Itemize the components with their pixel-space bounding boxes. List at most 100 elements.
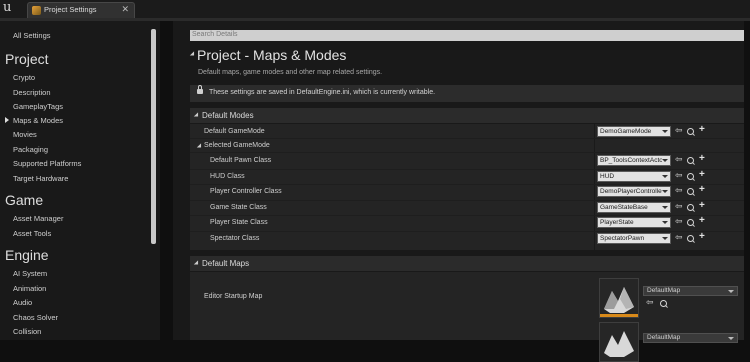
search-input[interactable]: Search Details [190, 30, 750, 41]
sidebar-item-gameplaytags[interactable]: GameplayTags [13, 102, 63, 111]
config-notice-text: These settings are saved in DefaultEngin… [209, 89, 436, 96]
browse-icon[interactable] [687, 235, 694, 242]
sidebar-item-movies[interactable]: Movies [13, 130, 37, 139]
map-thumbnail-graphic [600, 279, 638, 317]
add-icon[interactable]: + [699, 153, 705, 164]
section-header-default-maps[interactable] [190, 256, 750, 271]
game-state-class-select[interactable]: GameStateBase [597, 202, 671, 213]
row-divider [190, 200, 750, 201]
game-state-class-value: GameStateBase [600, 204, 648, 211]
hud-class-label: HUD Class [210, 173, 245, 180]
second-map-select[interactable]: DefaultMap [643, 333, 738, 343]
selected-arrow-icon [5, 117, 9, 123]
add-icon[interactable]: + [699, 124, 705, 135]
default-pawn-class-label: Default Pawn Class [210, 157, 272, 164]
add-icon[interactable]: + [699, 231, 705, 242]
chevron-down-icon [662, 130, 668, 133]
chevron-down-icon [662, 190, 668, 193]
player-controller-class-select[interactable]: DemoPlayerController [597, 186, 671, 197]
add-icon[interactable]: + [699, 169, 705, 180]
hud-class-value: HUD [600, 173, 615, 180]
editor-startup-map-label: Editor Startup Map [204, 293, 263, 300]
chevron-down-icon [662, 206, 668, 209]
browse-icon[interactable] [660, 300, 667, 307]
sidebar-item-all-settings[interactable]: All Settings [13, 31, 51, 40]
sidebar-scrollbar[interactable] [151, 29, 156, 244]
close-icon[interactable]: ✕ [121, 4, 129, 15]
player-state-class-select[interactable]: PlayerState [597, 217, 671, 228]
sidebar-item-asset-manager[interactable]: Asset Manager [13, 214, 63, 223]
row-divider [190, 184, 750, 185]
add-icon[interactable]: + [699, 200, 705, 211]
sidebar-group-project: Project [5, 51, 49, 67]
add-icon[interactable]: + [699, 184, 705, 195]
sidebar-item-collision[interactable]: Collision [13, 327, 41, 336]
map-thumbnail-icon[interactable] [599, 278, 639, 318]
use-selected-arrow-icon[interactable]: ⇦ [675, 216, 683, 227]
spectator-class-label: Spectator Class [210, 235, 260, 242]
default-gamemode-select[interactable]: DemoGameMode [597, 126, 671, 137]
sidebar-item-animation[interactable]: Animation [13, 284, 46, 293]
tab-project-settings[interactable]: Project Settings ✕ [27, 2, 135, 18]
chevron-down-icon [662, 159, 668, 162]
player-state-class-value: PlayerState [600, 219, 634, 226]
sidebar-item-description[interactable]: Description [13, 88, 51, 97]
editor-startup-map-select[interactable]: DefaultMap [643, 286, 738, 296]
sidebar-item-packaging[interactable]: Packaging [13, 145, 48, 154]
default-gamemode-label: Default GameMode [204, 128, 265, 135]
selected-gamemode-label: Selected GameMode [204, 142, 270, 149]
page-title: Project - Maps & Modes [197, 47, 347, 63]
sidebar-item-supported-platforms[interactable]: Supported Platforms [13, 159, 81, 168]
page-description: Default maps, game modes and other map r… [198, 69, 383, 76]
sidebar-item-chaos-solver[interactable]: Chaos Solver [13, 313, 58, 322]
player-state-class-label: Player State Class [210, 219, 268, 226]
use-selected-arrow-icon[interactable]: ⇦ [675, 185, 683, 196]
browse-icon[interactable] [687, 204, 694, 211]
section-title-default-maps: Default Maps [202, 259, 250, 268]
game-state-class-label: Game State Class [210, 204, 267, 211]
unreal-logo-icon: u [3, 0, 12, 15]
use-selected-arrow-icon[interactable]: ⇦ [646, 297, 654, 308]
row-divider [190, 138, 750, 139]
browse-icon[interactable] [687, 219, 694, 226]
sidebar-item-crypto[interactable]: Crypto [13, 73, 35, 82]
default-pawn-class-value: BP_ToolsContextActor [600, 157, 662, 164]
browse-icon[interactable] [687, 173, 694, 180]
asset-type-bar [600, 314, 638, 317]
section-header-default-modes[interactable] [190, 108, 750, 123]
use-selected-arrow-icon[interactable]: ⇦ [675, 154, 683, 165]
title-bar: u Project Settings ✕ [0, 0, 750, 18]
use-selected-arrow-icon[interactable]: ⇦ [675, 232, 683, 243]
use-selected-arrow-icon[interactable]: ⇦ [675, 125, 683, 136]
use-selected-arrow-icon[interactable]: ⇦ [675, 201, 683, 212]
row-divider [190, 215, 750, 216]
map-thumbnail-graphic [600, 323, 638, 361]
sidebar-item-audio[interactable]: Audio [13, 298, 32, 307]
settings-tab-icon [32, 6, 41, 15]
search-placeholder: Search Details [192, 31, 238, 38]
sidebar-item-maps-modes[interactable]: Maps & Modes [13, 116, 63, 125]
player-controller-class-label: Player Controller Class [210, 188, 282, 195]
sidebar-item-asset-tools[interactable]: Asset Tools [13, 229, 51, 238]
row-divider [190, 169, 750, 170]
section-title-default-modes: Default Modes [202, 111, 254, 120]
use-selected-arrow-icon[interactable]: ⇦ [675, 170, 683, 181]
sidebar-item-ai-system[interactable]: AI System [13, 269, 47, 278]
tab-label: Project Settings [44, 5, 97, 14]
row-divider [190, 231, 750, 232]
browse-icon[interactable] [687, 188, 694, 195]
lock-icon [197, 85, 203, 94]
sidebar-group-engine: Engine [5, 247, 49, 263]
browse-icon[interactable] [687, 128, 694, 135]
editor-startup-map-value: DefaultMap [647, 287, 681, 294]
details-scrollbar-track[interactable] [744, 21, 750, 340]
chevron-down-icon [662, 237, 668, 240]
chevron-down-icon [662, 175, 668, 178]
map-thumbnail-icon[interactable] [599, 322, 639, 362]
hud-class-select[interactable]: HUD [597, 171, 671, 182]
sidebar-item-target-hardware[interactable]: Target Hardware [13, 174, 68, 183]
spectator-class-select[interactable]: SpectatorPawn [597, 233, 671, 244]
default-pawn-class-select[interactable]: BP_ToolsContextActor [597, 155, 671, 166]
browse-icon[interactable] [687, 157, 694, 164]
add-icon[interactable]: + [699, 215, 705, 226]
